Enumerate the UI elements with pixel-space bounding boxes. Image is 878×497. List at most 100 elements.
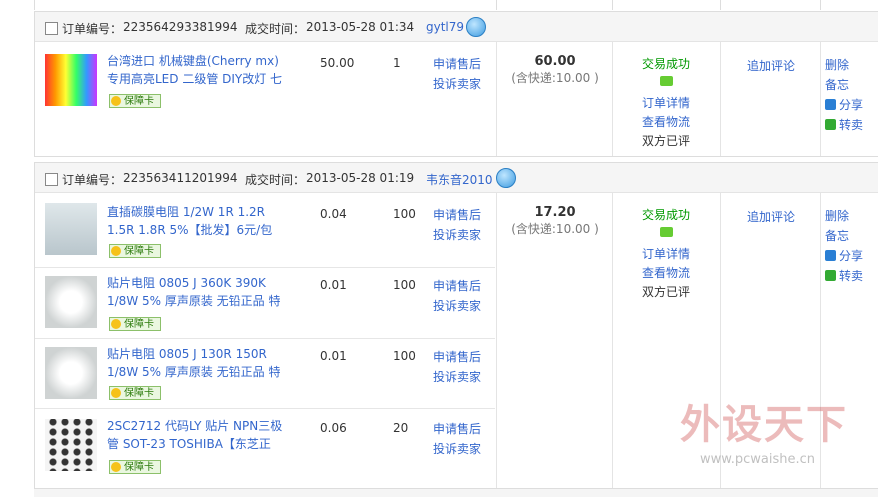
order-number: 223563411201994	[123, 171, 238, 185]
guarantee-card-label: 保障卡	[124, 462, 154, 473]
order-select-checkbox[interactable]	[45, 173, 58, 186]
guarantee-shield-icon	[111, 388, 121, 398]
wangwang-chat-icon[interactable]	[466, 17, 486, 37]
order-item-row: 直插碳膜电阻 1/2W 1R 1.2R 1.5R 1.8R 5%【批发】6元/包…	[35, 193, 495, 268]
complain-seller-link[interactable]: 投诉卖家	[433, 296, 481, 316]
previous-order-strip	[34, 0, 878, 10]
apply-after-sale-link[interactable]: 申请售后	[433, 205, 481, 225]
both-reviewed-text: 双方已评	[641, 134, 690, 148]
apply-after-sale-link[interactable]: 申请售后	[433, 347, 481, 367]
unit-price: 0.04	[320, 207, 347, 221]
both-reviewed-text: 双方已评	[641, 285, 690, 299]
order-card: 订单编号： 223563411201994 成交时间： 2013-05-28 0…	[34, 162, 878, 489]
guarantee-card-label: 保障卡	[124, 96, 154, 107]
view-logistics-link[interactable]: 查看物流	[613, 264, 719, 283]
quantity: 100	[393, 207, 416, 221]
apply-after-sale-link[interactable]: 申请售后	[433, 276, 481, 296]
unit-price: 50.00	[320, 56, 355, 70]
column-divider	[820, 193, 821, 488]
quantity: 20	[393, 421, 409, 435]
share-icon	[825, 99, 836, 110]
product-thumbnail[interactable]	[45, 419, 97, 471]
share-label: 分享	[839, 249, 864, 263]
deal-time-label: 成交时间：	[245, 173, 306, 187]
deal-time: 2013-05-28 01:34	[306, 20, 415, 34]
chat-bubble-icon[interactable]	[659, 76, 673, 86]
resell-icon	[825, 270, 836, 281]
product-thumbnail[interactable]	[45, 276, 97, 328]
delete-link[interactable]: 删除	[825, 206, 863, 226]
resell-link[interactable]: 转卖	[825, 115, 863, 135]
share-link[interactable]: 分享	[825, 246, 863, 266]
deal-time: 2013-05-28 01:19	[306, 171, 415, 185]
guarantee-card-badge[interactable]: 保障卡	[109, 244, 161, 258]
add-review-link[interactable]: 追加评论	[721, 208, 821, 225]
deal-time-label: 成交时间：	[245, 22, 306, 36]
guarantee-card-badge[interactable]: 保障卡	[109, 317, 161, 331]
guarantee-card-label: 保障卡	[124, 388, 154, 399]
product-title-link[interactable]: 贴片电阻 0805 J 360K 390K 1/8W 5% 厚声原装 无铅正品 …	[107, 274, 292, 310]
unit-price: 0.01	[320, 278, 347, 292]
guarantee-card-badge[interactable]: 保障卡	[109, 460, 161, 474]
quantity: 1	[393, 56, 401, 70]
view-logistics-link[interactable]: 查看物流	[613, 113, 719, 132]
share-link[interactable]: 分享	[825, 95, 863, 115]
order-detail-link[interactable]: 订单详情	[613, 245, 719, 264]
order-amount: 60.00 (含快递:10.00 )	[497, 54, 613, 86]
complain-seller-link[interactable]: 投诉卖家	[433, 225, 481, 245]
wangwang-chat-icon[interactable]	[496, 168, 516, 188]
apply-after-sale-link[interactable]: 申请售后	[433, 54, 481, 74]
total-price: 60.00	[534, 54, 576, 69]
guarantee-shield-icon	[111, 462, 121, 472]
complain-seller-link[interactable]: 投诉卖家	[433, 74, 481, 94]
order-card: 订单编号： 223564293381994 成交时间： 2013-05-28 0…	[34, 11, 878, 157]
guarantee-shield-icon	[111, 246, 121, 256]
trade-success-status: 交易成功	[641, 57, 690, 71]
product-title-link[interactable]: 贴片电阻 0805 J 130R 150R 1/8W 5% 厚声原装 无铅正品 …	[107, 345, 292, 381]
guarantee-card-badge[interactable]: 保障卡	[109, 386, 161, 400]
guarantee-card-badge[interactable]: 保障卡	[109, 94, 161, 108]
order-item-row: 贴片电阻 0805 J 130R 150R 1/8W 5% 厚声原装 无铅正品 …	[35, 339, 495, 409]
order-header: 订单编号： 223563411201994 成交时间： 2013-05-28 0…	[35, 163, 878, 193]
product-title-link[interactable]: 台湾进口 机械键盘(Cherry mx) 专用高亮LED 二级管 DIY改灯 七	[107, 52, 292, 88]
product-thumbnail[interactable]	[45, 347, 97, 399]
guarantee-shield-icon	[111, 319, 121, 329]
product-thumbnail[interactable]	[45, 203, 97, 255]
order-no-label: 订单编号：	[62, 173, 123, 187]
resell-link[interactable]: 转卖	[825, 266, 863, 286]
trade-success-status: 交易成功	[641, 208, 690, 222]
unit-price: 0.06	[320, 421, 347, 435]
shipping-fee: (含快递:10.00 )	[511, 71, 599, 85]
column-divider	[720, 193, 721, 488]
trade-status: 交易成功 订单详情 查看物流 双方已评	[613, 55, 719, 151]
complain-seller-link[interactable]: 投诉卖家	[433, 367, 481, 387]
order-number: 223564293381994	[123, 20, 238, 34]
column-divider	[496, 193, 497, 488]
product-thumbnail[interactable]	[45, 54, 97, 106]
order-header: 订单编号： 223564293381994 成交时间： 2013-05-28 0…	[35, 12, 878, 42]
apply-after-sale-link[interactable]: 申请售后	[433, 419, 481, 439]
guarantee-card-label: 保障卡	[124, 319, 154, 330]
unit-price: 0.01	[320, 349, 347, 363]
memo-link[interactable]: 备忘	[825, 75, 863, 95]
order-operations: 删除 备忘 分享 转卖	[825, 206, 863, 286]
seller-name-link[interactable]: gytl79	[426, 20, 464, 34]
product-title-link[interactable]: 直插碳膜电阻 1/2W 1R 1.2R 1.5R 1.8R 5%【批发】6元/包	[107, 203, 292, 239]
order-item-row: 2SC2712 代码LY 贴片 NPN三极管 SOT-23 TOSHIBA【东芝…	[35, 409, 495, 487]
shipping-fee: (含快递:10.00 )	[511, 222, 599, 236]
chat-bubble-icon[interactable]	[659, 227, 673, 237]
order-detail-link[interactable]: 订单详情	[613, 94, 719, 113]
memo-link[interactable]: 备忘	[825, 226, 863, 246]
order-select-checkbox[interactable]	[45, 22, 58, 35]
order-operations: 删除 备忘 分享 转卖	[825, 55, 863, 135]
delete-link[interactable]: 删除	[825, 55, 863, 75]
resell-icon	[825, 119, 836, 130]
complain-seller-link[interactable]: 投诉卖家	[433, 439, 481, 459]
guarantee-card-label: 保障卡	[124, 246, 154, 257]
resell-label: 转卖	[839, 118, 864, 132]
product-title-link[interactable]: 2SC2712 代码LY 贴片 NPN三极管 SOT-23 TOSHIBA【东芝…	[107, 417, 292, 453]
seller-name-link[interactable]: 韦东音2010	[426, 171, 493, 188]
order-item-row: 台湾进口 机械键盘(Cherry mx) 专用高亮LED 二级管 DIY改灯 七…	[35, 42, 495, 155]
order-amount: 17.20 (含快递:10.00 )	[497, 205, 613, 237]
add-review-link[interactable]: 追加评论	[721, 57, 821, 74]
